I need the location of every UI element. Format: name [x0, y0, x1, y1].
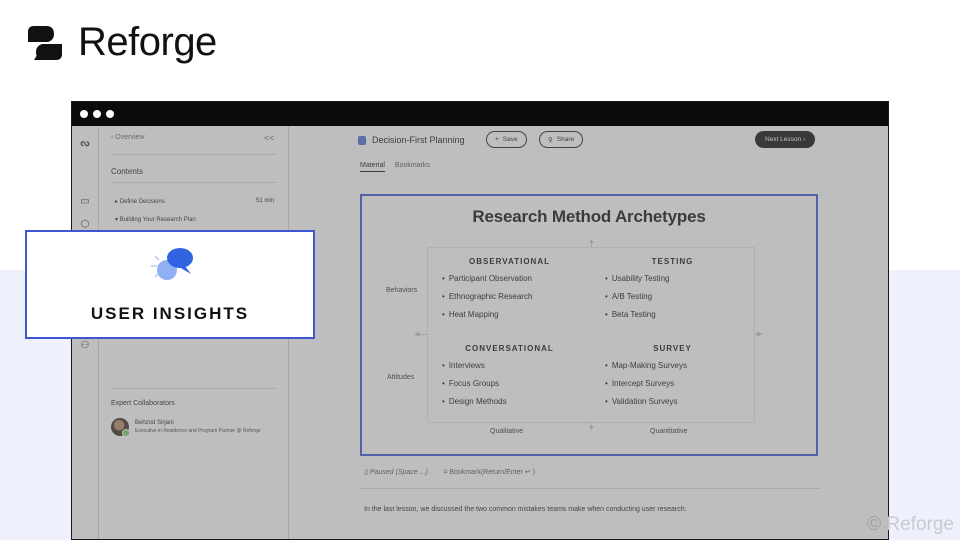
window-dot-icon[interactable] [106, 110, 114, 118]
window-dot-icon[interactable] [93, 110, 101, 118]
quadrant-title: OBSERVATIONAL [468, 257, 550, 266]
divider [111, 154, 276, 155]
add-person-icon: ⚲ [548, 136, 553, 144]
method-item: Heat Mapping [442, 310, 591, 319]
sidebar-item-label: Building Your Research Plan [119, 217, 196, 223]
method-item: Participant Observation [442, 274, 591, 283]
method-item: Focus Groups [442, 379, 591, 388]
method-item: Map-Making Surveys [605, 361, 754, 370]
sidebar-item-define-decisions[interactable]: ▸ Define Decisions 51 min [115, 198, 274, 205]
pause-label: Paused (Space ...) [369, 469, 428, 476]
next-lesson-label: Next Lesson [765, 136, 802, 143]
expert-name: Behzod Sirjani [135, 420, 174, 426]
method-item: Ethnographic Research [442, 292, 591, 301]
quadrant-grid: OBSERVATIONAL Participant Observation Et… [428, 248, 754, 422]
quadrant-conversational: CONVERSATIONAL Interviews Focus Groups D… [428, 335, 591, 422]
quadrant-survey: SURVEY Map-Making Surveys Intercept Surv… [591, 335, 754, 422]
col-label-qualitative: Qualitative [490, 428, 524, 435]
brand-header: Reforge [24, 20, 217, 65]
lesson-doc-icon [358, 135, 366, 145]
bookmark-button[interactable]: ⌑ Bookmark(Return/Enter ↵ ) [444, 468, 535, 476]
divider [360, 488, 820, 489]
bookmark-icon: ⌑ [443, 469, 448, 476]
save-button[interactable]: + Save [486, 131, 527, 148]
share-button[interactable]: ⚲ Share [539, 131, 584, 148]
monitor-icon[interactable]: ▭ [79, 196, 91, 208]
arrow-right-icon: ▶ [757, 331, 763, 338]
col-label-quantitative: Quantitative [650, 428, 688, 435]
collapse-sidebar-button[interactable]: << [264, 133, 275, 143]
share-label: Share [556, 136, 575, 143]
app-logo-icon[interactable]: ᔓ [79, 138, 91, 150]
arrow-up-icon: ▲ [588, 238, 595, 245]
chevron-right-icon: › [801, 136, 806, 143]
pause-icon: ▯ [364, 469, 368, 476]
tab-bookmarks[interactable]: Bookmarks [395, 162, 430, 172]
watermark: © Reforge [867, 514, 954, 535]
slide-figure: Research Method Archetypes ◀ ▶ ▲ ▼ OBSER… [360, 194, 818, 456]
plus-icon: + [495, 136, 499, 143]
lesson-body-text: In the last lesson, we discussed the two… [364, 506, 687, 513]
row-label-attitudes: Attitudes [387, 374, 415, 381]
avatar [111, 418, 130, 437]
contents-heading: Contents [111, 167, 144, 176]
quadrant-title: TESTING [651, 257, 694, 266]
media-controls: ▯ Paused (Space ...) ⌑ Bookmark(Return/E… [364, 468, 535, 476]
method-item: Intercept Surveys [605, 379, 754, 388]
user-insights-label: USER INSIGHTS [90, 304, 250, 323]
sidebar-item-label: Define Decisions [119, 199, 165, 205]
overview-label: Overview [115, 134, 145, 141]
lesson-title: Decision-First Planning [358, 135, 465, 145]
method-item: A/B Testing [605, 292, 754, 301]
quadrant-testing: TESTING Usability Testing A/B Testing Be… [591, 248, 754, 335]
caret-right-icon: ▸ [115, 199, 119, 205]
quadrant-title: CONVERSATIONAL [465, 344, 554, 353]
divider [111, 182, 276, 183]
chat-bubbles-icon [151, 248, 193, 280]
brand-name: Reforge [78, 20, 217, 64]
method-item: Interviews [442, 361, 591, 370]
slide-title: Research Method Archetypes [472, 207, 706, 226]
window-titlebar [72, 102, 888, 126]
expert-role: Executive in Residence and Program Partn… [135, 428, 261, 434]
bookmark-label: Bookmark(Return/Enter ↵ ) [449, 469, 535, 476]
sidebar-item-duration: 51 min [255, 198, 274, 204]
arrow-left-icon: ◀ [414, 331, 420, 338]
quadrant-title: SURVEY [653, 344, 692, 353]
lesson-title-text: Decision-First Planning [372, 135, 465, 145]
people-icon[interactable]: ⚇ [79, 340, 91, 352]
arrow-down-icon: ▼ [588, 425, 595, 432]
divider [111, 388, 276, 389]
tab-material[interactable]: Material [360, 162, 385, 172]
expert-card[interactable]: Behzod Sirjani Executive in Residence an… [111, 418, 261, 437]
reforge-logo-icon [28, 25, 62, 60]
quadrant-observational: OBSERVATIONAL Participant Observation Et… [428, 248, 591, 335]
next-lesson-button[interactable]: Next Lesson › [755, 131, 816, 148]
lesson-tabs: Material Bookmarks [360, 162, 430, 172]
overview-back-link[interactable]: ‹ Overview [111, 134, 144, 141]
expert-collaborators-heading: Expert Collaborators [111, 400, 175, 407]
user-insights-card: USER INSIGHTS [25, 230, 315, 339]
pause-button[interactable]: ▯ Paused (Space ...) [364, 468, 428, 476]
caret-down-icon: ▾ [115, 217, 119, 223]
sidebar-item-building-research-plan[interactable]: ▾ Building Your Research Plan [115, 216, 274, 223]
row-label-behaviors: Behaviors [386, 287, 418, 294]
method-item: Beta Testing [605, 310, 754, 319]
save-label: Save [502, 136, 518, 143]
method-item: Usability Testing [605, 274, 754, 283]
window-dot-icon[interactable] [80, 110, 88, 118]
method-item: Design Methods [442, 397, 591, 406]
lesson-main: Decision-First Planning + Save ⚲ Share N… [290, 126, 888, 539]
method-item: Validation Surveys [605, 397, 754, 406]
